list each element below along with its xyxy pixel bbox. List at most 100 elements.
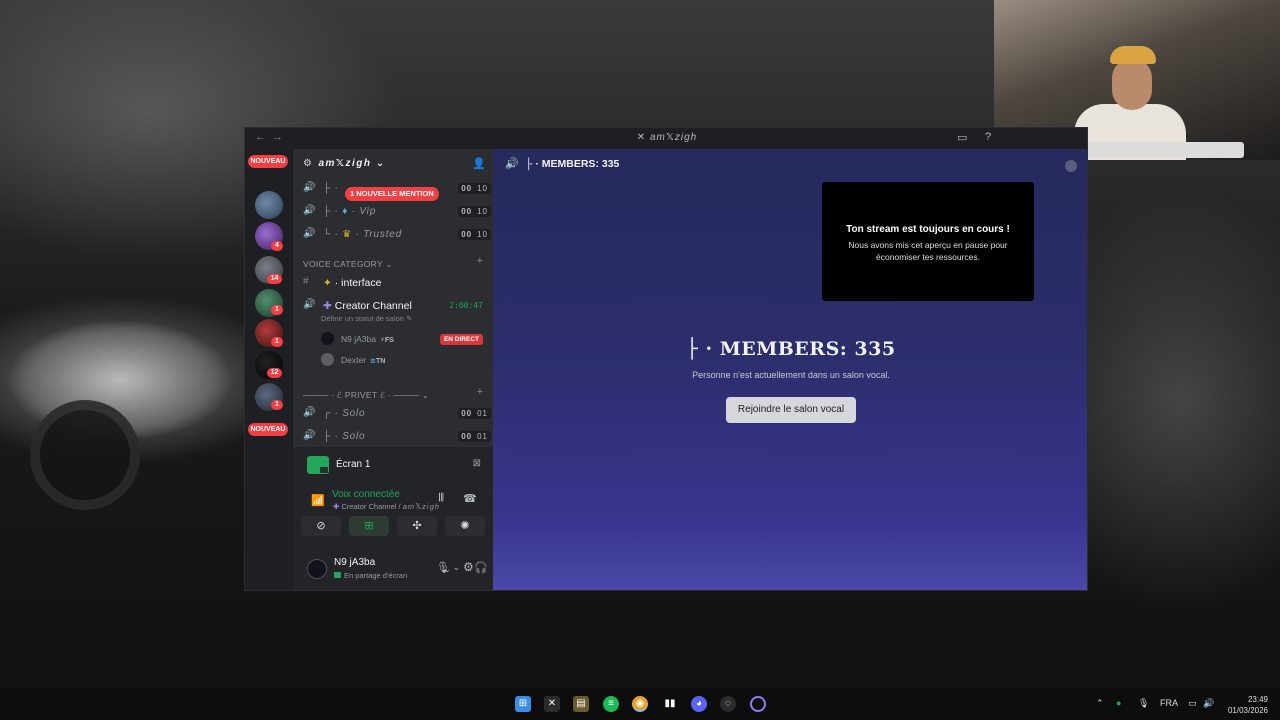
new-mention-pill[interactable]: 1 NOUVELLE MENTION [345, 187, 439, 201]
chevron-down-icon: ⌄ [385, 259, 393, 269]
spotify-icon[interactable]: ≡ [603, 696, 619, 712]
help-icon[interactable]: ? [985, 131, 991, 143]
hash-icon: # [303, 276, 309, 287]
webcam-person-head [1112, 58, 1152, 110]
user-limit: 00 10 [458, 206, 491, 217]
camera-off-button[interactable]: ⊘ [301, 516, 341, 536]
soundboard-button[interactable]: ✺ [445, 516, 485, 536]
soundboard-icon: ✺ [460, 520, 470, 532]
voice-channel[interactable]: 🔊 ├ · Solo 00 01 [303, 428, 491, 446]
avatar[interactable] [307, 559, 327, 579]
channel-name: Creator Channel [334, 300, 412, 312]
audio-app-icon[interactable]: ▮▮ [662, 696, 678, 712]
x-logo-icon: ✕ [636, 132, 650, 143]
screen-status-icon [334, 572, 341, 578]
windows-start-icon[interactable]: ⊞ [515, 696, 531, 712]
plus-icon: ✚ [323, 300, 332, 312]
voice-channel-name: Creator Channel / [341, 502, 401, 511]
chevron-down-icon[interactable]: ⌄ [453, 563, 460, 572]
system-clock[interactable]: 23:49 01/03/2026 [1228, 694, 1268, 716]
activities-icon: ✣ [412, 520, 422, 532]
category-voice[interactable]: VOICE CATEGORY ⌄ [303, 259, 393, 270]
user-count: 00 [461, 184, 473, 193]
new-badge[interactable]: NOUVEAU [248, 423, 288, 436]
screen-share-row[interactable]: Écran 1 ⊠ [301, 453, 485, 477]
join-voice-button[interactable]: Rejoindre le salon vocal [726, 397, 856, 423]
user-count: 00 [461, 409, 473, 418]
discord-window: ←→ ✕ am𝕏zigh ▭ ? NOUVEAU 4 14 1 1 12 1 N… [244, 127, 1088, 591]
voice-stage: 🔊 ├ · MEMBERS: 335 Ton stream est toujou… [493, 149, 1087, 590]
screen-label: Écran 1 [336, 459, 371, 470]
server-icon-small: ⚙ [303, 158, 314, 169]
server-icon[interactable] [255, 191, 283, 219]
noise-suppression-icon[interactable]: 𝄃𝄃 [439, 492, 444, 505]
voice-channel[interactable]: 🔊 └ · ♛ · Trusted 00 10 [303, 226, 491, 244]
settings-icon[interactable]: ⚙ [463, 560, 474, 574]
plus-icon: ✚ [333, 502, 340, 511]
volume-icon[interactable]: 🔊 [1203, 698, 1214, 709]
screen-share-button[interactable]: ⊞ [349, 516, 389, 536]
user-tag: TN [375, 358, 386, 365]
channel-prefix: └ · [323, 229, 339, 240]
user-limit: 00 01 [458, 431, 491, 442]
xbox-icon[interactable]: ✕ [544, 696, 560, 712]
game-launcher-icon[interactable]: ◌ [720, 696, 736, 712]
channel-status-prompt[interactable]: Définir un statut de salon ✎ [321, 314, 412, 323]
invite-people-icon[interactable]: 👤 [472, 157, 486, 170]
category-private[interactable]: ──── · ℰ PRIVET ℰ · ──── ⌄ [303, 390, 429, 401]
stage-header: 🔊 ├ · MEMBERS: 335 [493, 149, 1087, 179]
speaker-icon: 🔊 [303, 182, 316, 193]
activities-button[interactable]: ✣ [397, 516, 437, 536]
discord-icon[interactable]: ◕ [691, 696, 707, 712]
inbox-icon[interactable]: ▭ [957, 131, 967, 144]
server-name-header[interactable]: ⚙ am𝕏zigh ⌄ [303, 158, 386, 169]
voice-action-bar: ⊘ ⊞ ✣ ✺ [301, 516, 485, 538]
channel-name: Solo [342, 431, 366, 442]
chevron-down-icon[interactable]: ⌄ [444, 565, 451, 574]
user-tag: FS [384, 337, 394, 344]
text-channel-interface[interactable]: # ✦ · interface [303, 274, 491, 292]
channel-name: Vip [359, 206, 377, 217]
circle-app-icon[interactable] [750, 696, 766, 712]
user-max: 01 [477, 432, 488, 441]
clock-date: 01/03/2026 [1227, 706, 1268, 715]
add-channel-icon[interactable]: + [477, 255, 483, 267]
user-status: En partage d'écran [334, 571, 407, 580]
voice-server-name: am𝕏zigh [402, 502, 440, 511]
stream-paused-preview[interactable]: Ton stream est toujours en cours ! Nous … [822, 182, 1034, 301]
clock-time: 23:49 [1247, 695, 1268, 704]
channel-name: · interface [334, 277, 382, 289]
language-indicator[interactable]: FRA [1160, 698, 1178, 708]
add-channel-icon[interactable]: + [477, 386, 483, 398]
chrome-icon[interactable]: ◉ [632, 696, 648, 712]
wallpaper-car-wheel [30, 400, 140, 510]
user-name: N9 jA3ba [341, 334, 376, 344]
disconnect-icon[interactable]: ☎ [463, 492, 477, 505]
voice-connected-label[interactable]: Voix connectée [332, 489, 400, 500]
user-max: 10 [477, 184, 488, 193]
unread-badge: 4 [271, 241, 283, 251]
stop-share-icon[interactable]: ⊠ [473, 458, 481, 469]
new-badge[interactable]: NOUVEAU [248, 155, 288, 168]
display-icon[interactable]: ▭ [1188, 698, 1197, 709]
user-name[interactable]: N9 jA3ba [334, 557, 375, 568]
user-limit: 00 10 [458, 229, 491, 240]
pencil-icon: ✎ [406, 314, 413, 323]
voice-channel[interactable]: 🔊 ├ · ♦ · Vip 00 10 [303, 203, 491, 221]
headphones-icon[interactable]: 🎧 [474, 561, 488, 574]
camera-off-icon: ⊘ [316, 520, 326, 532]
unread-badge: 14 [267, 274, 282, 284]
user-status-text: En partage d'écran [344, 571, 408, 580]
trophy-icon: ♛ [342, 229, 352, 240]
channel-prefix: ├ · [323, 206, 339, 217]
tray-chevron-icon[interactable]: ⌃ [1096, 698, 1104, 709]
tray-microphone-icon[interactable]: 🎙 [1138, 698, 1149, 709]
voice-channel[interactable]: 🔊 ┌ · Solo 00 01 [303, 405, 491, 423]
channel-prefix: ├ · [323, 431, 339, 442]
user-limit: 00 10 [458, 183, 491, 194]
file-explorer-icon[interactable]: ▤ [573, 696, 589, 712]
tray-app-icon[interactable]: ● [1116, 698, 1121, 708]
chat-icon[interactable] [1065, 160, 1077, 172]
speaker-icon: 🔊 [303, 407, 316, 418]
unread-badge: 1 [271, 337, 283, 347]
